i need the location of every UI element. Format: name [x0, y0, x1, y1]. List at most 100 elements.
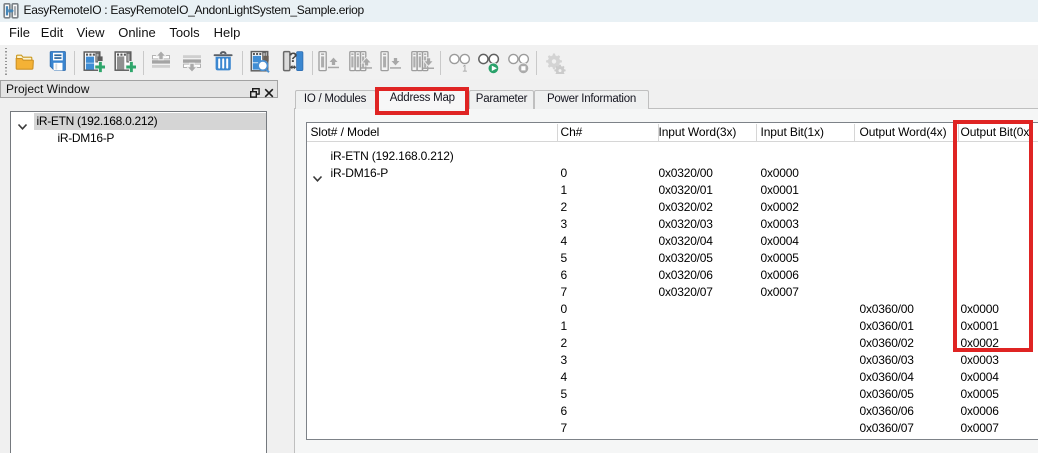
delete-button[interactable]: [211, 50, 235, 74]
menubar: File Edit View Online Tools Help: [0, 22, 1038, 45]
tab-io-modules[interactable]: IO / Modules: [294, 90, 376, 109]
menu-view[interactable]: View: [73, 22, 109, 45]
settings-button[interactable]: [543, 50, 567, 74]
table-row[interactable]: 3 0x0320/03 0x0003: [307, 216, 1038, 233]
cell-ow: 0x0360/05: [859, 387, 914, 401]
cell-ch: 4: [560, 234, 568, 248]
add-module-button[interactable]: [112, 50, 136, 74]
cell-ch: 2: [560, 336, 568, 350]
table-row[interactable]: 4 0x0320/04 0x0004: [307, 233, 1038, 250]
identify-module-button[interactable]: ?: [281, 50, 305, 74]
move-up-button[interactable]: [149, 50, 173, 74]
cell-ob: 0x0004: [960, 370, 999, 384]
close-panel-icon[interactable]: [264, 85, 274, 97]
column-header-3[interactable]: Input Bit(1x): [761, 123, 825, 142]
cell-ib: 0x0001: [760, 183, 799, 197]
connect-single-button[interactable]: 1: [447, 50, 471, 74]
table-row[interactable]: 5 0x0360/05 0x0005: [307, 386, 1038, 403]
cell-ow: 0x0360/03: [859, 353, 914, 367]
table-row[interactable]: 7 0x0320/07 0x0007: [307, 284, 1038, 301]
column-header-2[interactable]: Input Word(3x): [659, 123, 737, 142]
table-row[interactable]: 2 0x0360/02 0x0002: [307, 335, 1038, 352]
annotation-address-map-tab: [375, 86, 470, 115]
table-row[interactable]: 1 0x0320/01 0x0001: [307, 182, 1038, 199]
menu-help[interactable]: Help: [209, 22, 246, 45]
float-panel-icon[interactable]: [249, 85, 260, 98]
download-all-button[interactable]: [411, 50, 435, 74]
tab-label: Power Information: [546, 93, 637, 105]
cell-ch: 7: [560, 285, 568, 299]
column-header-1[interactable]: Ch#: [561, 123, 583, 142]
column-divider[interactable]: [854, 124, 855, 141]
table-row[interactable]: iR-ETN (192.168.0.212): [307, 148, 1038, 165]
table-row[interactable]: iR-DM16-P 0 0x0320/00 0x0000: [307, 165, 1038, 182]
table-row[interactable]: 1 0x0360/01 0x0001: [307, 318, 1038, 335]
download-module-button[interactable]: [379, 50, 403, 74]
table-row[interactable]: 2 0x0320/02 0x0002: [307, 199, 1038, 216]
svg-text:1: 1: [462, 64, 467, 74]
row-expander-icon[interactable]: [312, 170, 323, 182]
cell-ow: 0x0360/01: [859, 319, 914, 333]
table-row[interactable]: 3 0x0360/03 0x0003: [307, 352, 1038, 369]
table-row[interactable]: 7 0x0360/07 0x0007: [307, 420, 1038, 437]
move-down-button[interactable]: [180, 50, 204, 74]
upload-all-button[interactable]: [349, 50, 373, 74]
cell-iw: 0x0320/04: [658, 234, 713, 248]
tree-item-ir-etn[interactable]: iR-ETN (192.168.0.212): [37, 113, 158, 130]
cell-ib: 0x0003: [760, 217, 799, 231]
menu-online[interactable]: Online: [114, 22, 160, 45]
tab-parameter[interactable]: Parameter: [469, 90, 534, 109]
tree-item-ir-dm16p[interactable]: iR-DM16-P: [58, 130, 115, 147]
table-header: Slot# / Model Ch# Input Word(3x) Input Bit(…: [307, 123, 1038, 142]
cell-ib: 0x0000: [760, 166, 799, 180]
tab-power-information[interactable]: Power Information: [534, 90, 649, 109]
column-divider[interactable]: [658, 124, 659, 141]
toolbar-grip[interactable]: [4, 48, 7, 77]
cell-ob: 0x0005: [960, 387, 999, 401]
table-row[interactable]: 0 0x0360/00 0x0000: [307, 301, 1038, 318]
open-project-button[interactable]: [12, 50, 36, 74]
cell-ch: 4: [560, 370, 568, 384]
titlebar: EasyRemoteIO : EasyRemoteIO_AndonLightSy…: [0, 0, 1038, 22]
column-header-4[interactable]: Output Word(4x): [860, 123, 947, 142]
cell-ch: 1: [560, 183, 568, 197]
upload-module-button[interactable]: [317, 50, 341, 74]
scan-modules-button[interactable]: [248, 50, 272, 74]
table-row[interactable]: 4 0x0360/04 0x0004: [307, 369, 1038, 386]
cell-ch: 6: [560, 404, 568, 418]
cell-ib: 0x0006: [760, 268, 799, 282]
menu-tools[interactable]: Tools: [165, 22, 204, 45]
column-header-0[interactable]: Slot# / Model: [311, 123, 380, 142]
cell-iw: 0x0320/00: [658, 166, 713, 180]
cell-iw: 0x0320/05: [658, 251, 713, 265]
menu-file[interactable]: File: [4, 22, 35, 45]
project-window-title: Project Window: [6, 81, 90, 96]
table-row[interactable]: 5 0x0320/05 0x0005: [307, 250, 1038, 267]
cell-iw: 0x0320/03: [658, 217, 713, 231]
save-project-button[interactable]: [45, 50, 69, 74]
tree-expander-icon[interactable]: [17, 118, 28, 130]
table-row[interactable]: 6 0x0320/06 0x0006: [307, 267, 1038, 284]
cell-iw: 0x0320/01: [658, 183, 713, 197]
toolbar-separator: [142, 51, 144, 75]
table-row[interactable]: 6 0x0360/06 0x0006: [307, 403, 1038, 420]
column-divider[interactable]: [756, 124, 757, 141]
project-tree: iR-ETN (192.168.0.212) iR-DM16-P: [10, 111, 267, 453]
cell-ob: 0x0003: [960, 353, 999, 367]
cell-iw: 0x0320/06: [658, 268, 713, 282]
annotation-output-bit-column: [953, 119, 1034, 352]
cell-ow: 0x0360/07: [859, 421, 914, 435]
tab-label: Parameter: [475, 93, 528, 105]
cell-ib: 0x0002: [760, 200, 799, 214]
cell-slot: iR-ETN (192.168.0.212): [330, 149, 454, 163]
connect-run-button[interactable]: [476, 50, 500, 74]
cell-ch: 7: [560, 421, 568, 435]
column-divider[interactable]: [557, 124, 558, 141]
add-coupler-button[interactable]: [81, 50, 105, 74]
toolbar-separator: [241, 51, 243, 75]
cell-ch: 3: [560, 217, 568, 231]
menu-edit[interactable]: Edit: [37, 22, 67, 45]
cell-ch: 5: [560, 387, 568, 401]
disconnect-button[interactable]: [506, 50, 530, 74]
cell-iw: 0x0320/07: [658, 285, 713, 299]
